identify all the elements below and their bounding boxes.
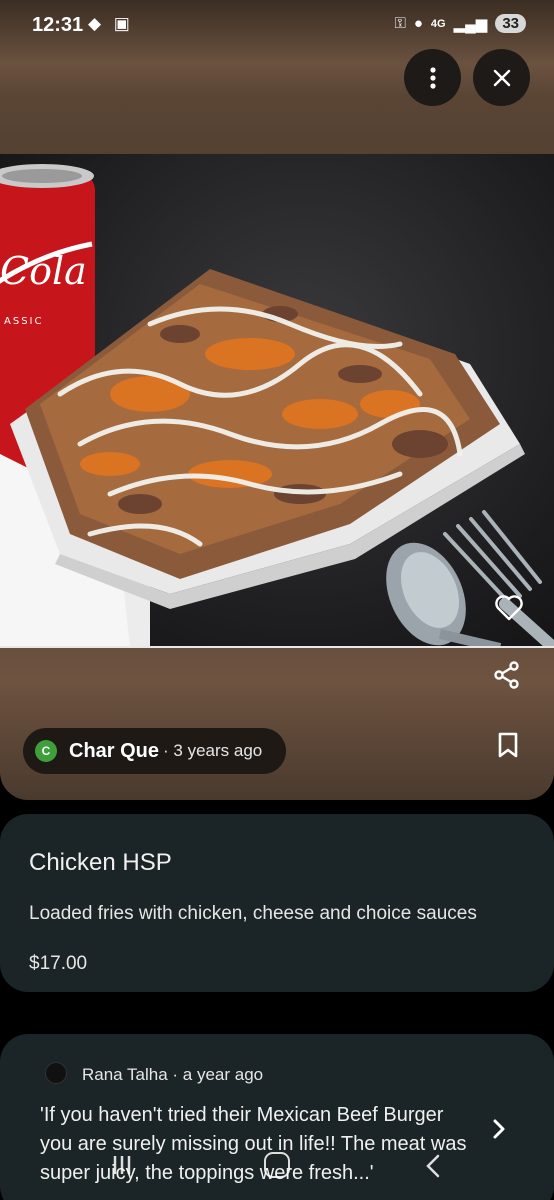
svg-text:Cola: Cola	[0, 249, 87, 293]
share-icon[interactable]	[492, 660, 522, 690]
source-chip[interactable]: C Char Que · 3 years ago	[23, 728, 286, 774]
network-type: 4G	[430, 17, 446, 30]
source-name: Char Que	[69, 739, 160, 762]
signal-icon: ▂▄▆	[453, 15, 488, 33]
source-time: · 3 years ago	[163, 741, 263, 760]
status-time: 12:31	[32, 14, 84, 36]
battery-level: 33	[495, 14, 526, 33]
bookmark-icon[interactable]	[496, 732, 520, 758]
review-card[interactable]: Rana Talha · a year ago 'If you haven't …	[0, 1034, 554, 1200]
food-photo-illustration: Cola ASSIC	[0, 164, 554, 646]
status-icons: ⚿ ● 4G ▂▄▆ 33	[394, 14, 526, 33]
reviewer-meta: Rana Talha · a year ago	[82, 1065, 264, 1084]
reviewer-avatar	[45, 1062, 67, 1084]
close-button[interactable]	[473, 49, 530, 106]
heart-icon[interactable]	[493, 592, 525, 624]
more-options-button[interactable]	[404, 49, 461, 106]
vpn-key-icon: ⚿	[394, 15, 406, 32]
more-vertical-icon	[429, 66, 436, 89]
review-text: 'If you haven't tried their Mexican Beef…	[40, 1104, 467, 1184]
photo-viewer-header: 12:31 ◆ ▣ ⚿ ● 4G ▂▄▆ 33 Cola ASSIC C Cha…	[0, 0, 554, 800]
source-avatar: C	[35, 740, 57, 762]
close-icon	[493, 69, 510, 86]
location-icon: ●	[413, 15, 423, 32]
item-price: $17.00	[29, 953, 88, 974]
item-info-card: Chicken HSP Loaded fries with chicken, c…	[0, 814, 554, 992]
notification-icons: ◆ ▣	[88, 14, 134, 33]
food-photo[interactable]: Cola ASSIC	[0, 154, 554, 648]
item-title: Chicken HSP	[29, 849, 172, 876]
spoon	[386, 542, 502, 646]
status-bar: 12:31 ◆ ▣ ⚿ ● 4G ▂▄▆ 33	[0, 0, 554, 52]
item-description: Loaded fries with chicken, cheese and ch…	[29, 903, 477, 924]
chevron-right-icon[interactable]	[488, 1116, 510, 1142]
svg-text:ASSIC: ASSIC	[4, 316, 43, 327]
